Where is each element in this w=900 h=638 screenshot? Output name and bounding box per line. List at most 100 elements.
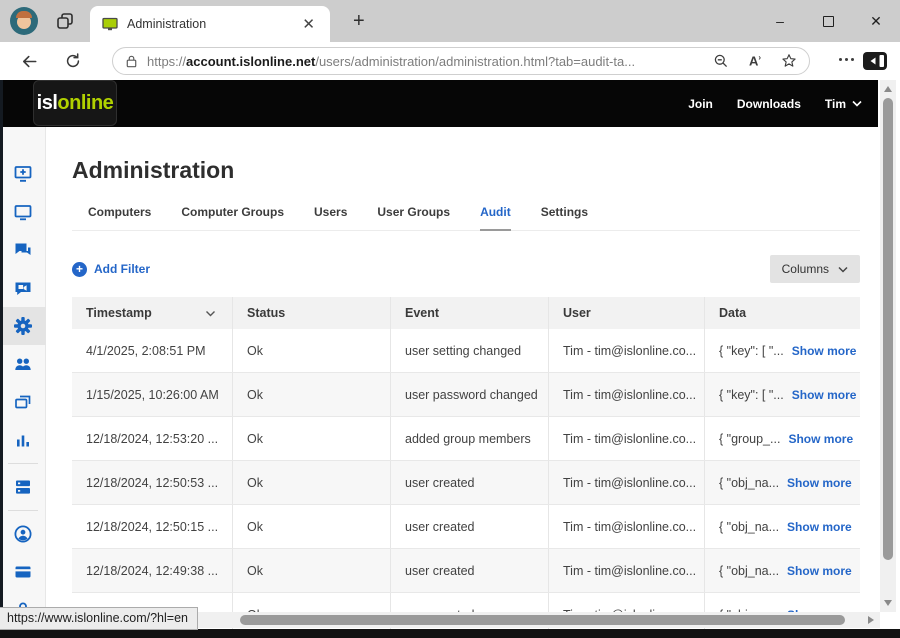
close-button[interactable]: ✕ <box>852 0 900 42</box>
data-preview: { "key": [ "... <box>719 388 784 402</box>
header-event[interactable]: Event <box>390 297 548 329</box>
horizontal-scroll-thumb[interactable] <box>240 615 845 625</box>
data-cell: { "key": [ "... Show more <box>704 329 860 372</box>
event-cell: added group members <box>390 417 548 460</box>
header-timestamp[interactable]: Timestamp <box>72 297 232 329</box>
sidebar-account-icon[interactable] <box>0 515 46 553</box>
status-cell: Ok <box>232 373 390 416</box>
status-cell: Ok <box>232 461 390 504</box>
status-cell: Ok <box>232 417 390 460</box>
user-cell: Tim - tim@islonline.co... <box>548 373 704 416</box>
content-area: Administration Computers Computer Groups… <box>0 127 880 638</box>
tab-close-icon[interactable]: ✕ <box>297 15 320 34</box>
event-cell: user password changed <box>390 373 548 416</box>
scroll-right-icon[interactable] <box>865 614 877 626</box>
data-cell: { "group_... Show more <box>704 417 860 460</box>
data-preview: { "group_... <box>719 432 780 446</box>
address-bar-icons: A› <box>713 53 797 69</box>
event-cell: user setting changed <box>390 329 548 372</box>
tab-user-groups[interactable]: User Groups <box>377 205 450 230</box>
tab-favicon-monitor-icon <box>102 17 118 32</box>
timestamp-cell: 4/1/2025, 2:08:51 PM <box>72 329 232 372</box>
new-tab-button[interactable]: + <box>345 8 373 35</box>
browser-tab[interactable]: Administration ✕ <box>90 6 330 42</box>
nav-downloads-link[interactable]: Downloads <box>737 97 801 111</box>
settings-more-icon[interactable] <box>845 58 848 61</box>
header-status[interactable]: Status <box>232 297 390 329</box>
sidebar-settings-icon[interactable] <box>0 307 46 345</box>
data-cell: { "obj_na...Show more <box>704 461 860 504</box>
favorites-star-icon[interactable] <box>781 53 797 69</box>
tab-computer-groups[interactable]: Computer Groups <box>181 205 284 230</box>
show-more-link[interactable]: Show more <box>787 520 852 534</box>
sidebar-users-icon[interactable] <box>0 345 46 383</box>
islonline-logo[interactable]: islonline <box>33 80 117 126</box>
tab-computers[interactable]: Computers <box>88 205 151 230</box>
data-preview: { "obj_na... <box>719 564 779 578</box>
back-button[interactable] <box>16 49 42 73</box>
window-bottom-edge <box>0 629 900 638</box>
table-row: 12/18/2024, 12:49:38 ...Okuser createdTi… <box>72 549 860 593</box>
scroll-down-icon[interactable] <box>882 597 894 609</box>
sidebar-add-computer-icon[interactable] <box>0 155 46 193</box>
profile-avatar[interactable] <box>10 7 38 35</box>
table-row: 12/18/2024, 12:50:15 ...Okuser createdTi… <box>72 505 860 549</box>
zoom-out-icon[interactable] <box>713 53 729 69</box>
tab-title: Administration <box>127 17 297 31</box>
data-cell: { "obj_na... Show more <box>704 505 860 548</box>
columns-button[interactable]: Columns <box>770 255 860 283</box>
sidebar-computers-icon[interactable] <box>0 193 46 231</box>
timestamp-cell: 12/18/2024, 12:53:20 ... <box>72 417 232 460</box>
user-cell: Tim - tim@islonline.co... <box>548 417 704 460</box>
user-cell: Tim - tim@islonline.co... <box>548 329 704 372</box>
chevron-down-icon <box>838 266 848 273</box>
sort-chevron-icon <box>205 310 216 317</box>
table-header: Timestamp Status Event User Data <box>72 297 860 329</box>
status-cell: Ok <box>232 329 390 372</box>
sidebar-sessions-icon[interactable] <box>0 383 46 421</box>
show-more-link[interactable]: Show more <box>787 564 852 578</box>
main-panel: Administration Computers Computer Groups… <box>46 127 880 638</box>
nav-user-menu[interactable]: Tim <box>825 97 862 111</box>
show-more-link[interactable]: Show more <box>792 388 857 402</box>
add-filter-button[interactable]: + Add Filter <box>72 262 150 277</box>
show-more-link[interactable]: Show more <box>792 344 857 358</box>
data-preview: { "obj_na... <box>719 520 779 534</box>
event-cell: user created <box>390 549 548 592</box>
sidebar-servers-icon[interactable] <box>0 468 46 506</box>
vertical-scroll-thumb[interactable] <box>883 98 893 560</box>
sidebar-divider <box>8 510 38 511</box>
status-cell: Ok <box>232 549 390 592</box>
user-cell: Tim - tim@islonline.co... <box>548 461 704 504</box>
table-row: 12/18/2024, 12:50:53 ...Okuser createdTi… <box>72 461 860 505</box>
user-cell: Tim - tim@islonline.co... <box>548 505 704 548</box>
tab-audit[interactable]: Audit <box>480 205 511 231</box>
data-preview: { "key": [ "... <box>719 344 784 358</box>
maximize-button[interactable] <box>804 0 852 42</box>
data-cell: { "obj_na... Show more <box>704 549 860 592</box>
table-body: 4/1/2025, 2:08:51 PMOkuser setting chang… <box>72 329 860 637</box>
sidebar-video-chat-icon[interactable] <box>0 269 46 307</box>
scroll-up-icon[interactable] <box>882 83 894 95</box>
minimize-button[interactable]: – <box>756 0 804 42</box>
sidebar-billing-icon[interactable] <box>0 553 46 591</box>
header-user[interactable]: User <box>548 297 704 329</box>
vertical-scrollbar[interactable] <box>880 80 896 612</box>
tab-settings[interactable]: Settings <box>541 205 588 230</box>
header-data[interactable]: Data <box>704 297 860 329</box>
filter-row: + Add Filter Columns <box>72 255 860 283</box>
timestamp-cell: 12/18/2024, 12:50:53 ... <box>72 461 232 504</box>
web-page: islonline Join Downloads Tim <box>0 80 900 638</box>
refresh-button[interactable] <box>60 49 86 73</box>
read-aloud-icon[interactable]: A› <box>749 53 761 68</box>
sidebar-toggle-icon[interactable] <box>862 51 888 71</box>
nav-join-link[interactable]: Join <box>688 97 713 111</box>
sidebar-reports-icon[interactable] <box>0 421 46 459</box>
show-more-link[interactable]: Show more <box>788 432 853 446</box>
show-more-link[interactable]: Show more <box>787 476 852 490</box>
sidebar-chat-icon[interactable] <box>0 231 46 269</box>
table-row: 12/18/2024, 12:53:20 ...Okadded group me… <box>72 417 860 461</box>
address-bar[interactable]: https://account.islonline.net/users/admi… <box>112 47 810 75</box>
tab-users[interactable]: Users <box>314 205 347 230</box>
workspaces-icon[interactable] <box>54 10 76 32</box>
